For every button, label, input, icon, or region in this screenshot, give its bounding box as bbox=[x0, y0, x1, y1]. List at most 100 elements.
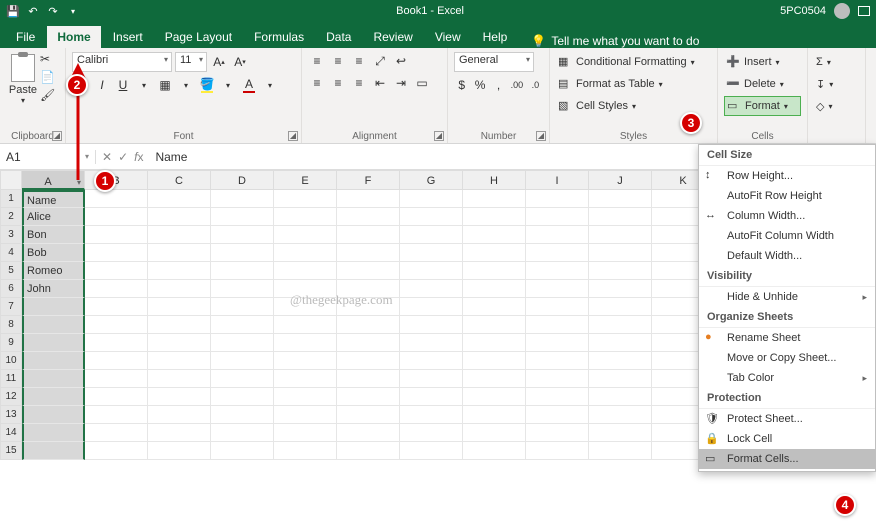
save-icon[interactable]: 💾 bbox=[6, 4, 20, 18]
cell[interactable] bbox=[589, 226, 652, 244]
chevron-down-icon[interactable]: ▾ bbox=[135, 76, 153, 94]
cell[interactable] bbox=[148, 406, 211, 424]
decrease-indent-icon[interactable]: ⇤ bbox=[371, 74, 389, 92]
column-header[interactable]: H bbox=[463, 170, 526, 190]
cell[interactable] bbox=[22, 406, 85, 424]
cell[interactable] bbox=[211, 190, 274, 208]
tab-review[interactable]: Review bbox=[363, 26, 422, 48]
increase-indent-icon[interactable]: ⇥ bbox=[392, 74, 410, 92]
chevron-down-icon[interactable]: ▾ bbox=[177, 76, 195, 94]
tab-insert[interactable]: Insert bbox=[103, 26, 153, 48]
fill-color-icon[interactable]: 🪣 bbox=[198, 76, 216, 94]
row-header[interactable]: 4 bbox=[0, 244, 22, 262]
cell[interactable] bbox=[85, 442, 148, 460]
tab-data[interactable]: Data bbox=[316, 26, 361, 48]
cell[interactable] bbox=[337, 316, 400, 334]
cell[interactable] bbox=[400, 388, 463, 406]
cell[interactable] bbox=[211, 424, 274, 442]
italic-button[interactable]: I bbox=[93, 76, 111, 94]
cell[interactable] bbox=[211, 244, 274, 262]
menu-hide-unhide[interactable]: Hide & Unhide bbox=[699, 287, 875, 307]
cell[interactable] bbox=[148, 244, 211, 262]
cell[interactable] bbox=[463, 244, 526, 262]
cell[interactable] bbox=[526, 406, 589, 424]
cell[interactable] bbox=[148, 334, 211, 352]
cell[interactable] bbox=[337, 244, 400, 262]
menu-default-width[interactable]: Default Width... bbox=[699, 246, 875, 266]
row-header[interactable]: 2 bbox=[0, 208, 22, 226]
cell[interactable] bbox=[148, 442, 211, 460]
cell[interactable] bbox=[148, 190, 211, 208]
decrease-decimal-icon[interactable]: .0 bbox=[528, 76, 543, 94]
tab-help[interactable]: Help bbox=[473, 26, 518, 48]
cell[interactable] bbox=[463, 442, 526, 460]
cell[interactable] bbox=[148, 262, 211, 280]
cell[interactable] bbox=[274, 190, 337, 208]
number-format-select[interactable]: General bbox=[454, 52, 534, 72]
cell[interactable] bbox=[274, 370, 337, 388]
tab-home[interactable]: Home bbox=[47, 26, 100, 48]
avatar-icon[interactable] bbox=[834, 3, 850, 19]
cell[interactable] bbox=[400, 280, 463, 298]
column-header[interactable]: C bbox=[148, 170, 211, 190]
format-as-table-button[interactable]: ▤Format as Table ▾ bbox=[556, 74, 711, 94]
cell[interactable] bbox=[337, 388, 400, 406]
cell[interactable] bbox=[337, 334, 400, 352]
cell[interactable] bbox=[211, 334, 274, 352]
cell[interactable] bbox=[589, 406, 652, 424]
cell[interactable] bbox=[589, 262, 652, 280]
column-header[interactable]: I bbox=[526, 170, 589, 190]
enter-icon[interactable]: ✓ bbox=[118, 150, 128, 164]
cell[interactable] bbox=[211, 406, 274, 424]
align-center-icon[interactable]: ≡ bbox=[329, 74, 347, 92]
cell[interactable] bbox=[274, 424, 337, 442]
cell[interactable] bbox=[337, 370, 400, 388]
account-name[interactable]: 5PC0504 bbox=[780, 5, 826, 17]
cell[interactable] bbox=[589, 388, 652, 406]
cell[interactable] bbox=[526, 388, 589, 406]
cell[interactable]: John bbox=[22, 280, 85, 298]
cell[interactable] bbox=[274, 316, 337, 334]
cell[interactable] bbox=[463, 190, 526, 208]
cell[interactable] bbox=[337, 424, 400, 442]
cell[interactable] bbox=[337, 352, 400, 370]
orientation-icon[interactable]: ⤢ bbox=[371, 52, 389, 70]
cell[interactable] bbox=[463, 208, 526, 226]
cell[interactable] bbox=[85, 334, 148, 352]
menu-row-height[interactable]: ↕Row Height... bbox=[699, 166, 875, 186]
dialog-launcher-icon[interactable]: ◢ bbox=[288, 131, 298, 141]
cell[interactable] bbox=[148, 424, 211, 442]
cell[interactable] bbox=[211, 442, 274, 460]
row-header[interactable]: 7 bbox=[0, 298, 22, 316]
cell[interactable] bbox=[400, 406, 463, 424]
cell[interactable] bbox=[589, 352, 652, 370]
align-left-icon[interactable]: ≡ bbox=[308, 74, 326, 92]
cell[interactable] bbox=[526, 244, 589, 262]
menu-tab-color[interactable]: Tab Color bbox=[699, 368, 875, 388]
cell[interactable] bbox=[337, 190, 400, 208]
cell[interactable] bbox=[337, 226, 400, 244]
cell[interactable] bbox=[148, 370, 211, 388]
cell[interactable] bbox=[22, 352, 85, 370]
cell[interactable] bbox=[463, 280, 526, 298]
cell[interactable] bbox=[463, 370, 526, 388]
cell[interactable] bbox=[85, 244, 148, 262]
cell[interactable] bbox=[463, 298, 526, 316]
cell[interactable] bbox=[589, 334, 652, 352]
cell[interactable] bbox=[211, 316, 274, 334]
cell[interactable] bbox=[85, 316, 148, 334]
underline-button[interactable]: U bbox=[114, 76, 132, 94]
menu-column-width[interactable]: ↔Column Width... bbox=[699, 206, 875, 226]
cell[interactable] bbox=[526, 352, 589, 370]
cell[interactable] bbox=[526, 424, 589, 442]
increase-decimal-icon[interactable]: .00 bbox=[509, 76, 524, 94]
insert-cells-button[interactable]: ➕Insert ▾ bbox=[724, 52, 801, 72]
cell[interactable] bbox=[211, 352, 274, 370]
cell[interactable] bbox=[526, 226, 589, 244]
cell[interactable] bbox=[589, 316, 652, 334]
cell[interactable] bbox=[148, 316, 211, 334]
grow-font-icon[interactable]: A▴ bbox=[210, 53, 228, 71]
cell[interactable] bbox=[211, 226, 274, 244]
menu-protect-sheet[interactable]: 🛡Protect Sheet... bbox=[699, 409, 875, 429]
tab-file[interactable]: File bbox=[6, 26, 45, 48]
